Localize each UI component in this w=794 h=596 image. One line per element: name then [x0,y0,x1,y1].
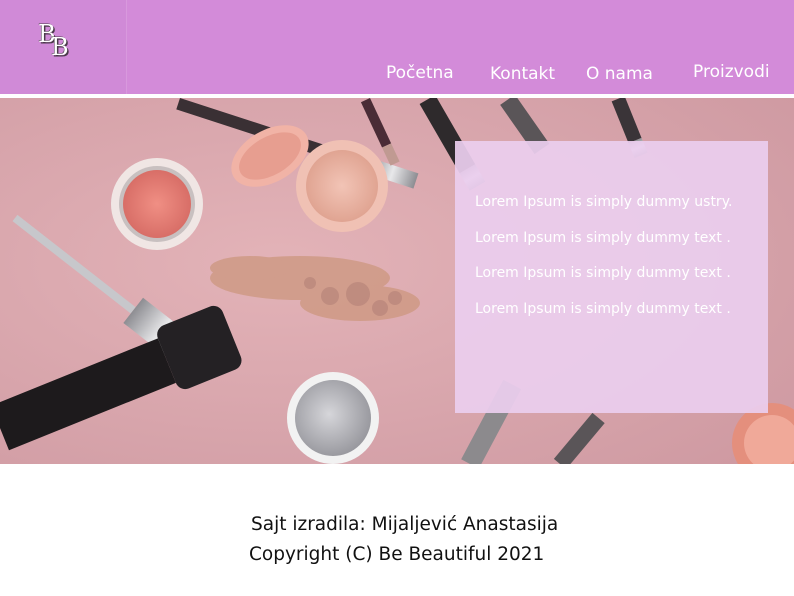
logo[interactable]: B B [36,20,80,66]
hero-text-panel: Lorem Ipsum is simply dummy ustry. Lorem… [455,141,768,413]
footer-copyright: Copyright (C) Be Beautiful 2021 [249,544,545,565]
nav-link-pocetna[interactable]: Početna [386,63,454,83]
panel-text-line: Lorem Ipsum is simply dummy text . [475,301,731,317]
nav-link-o-nama[interactable]: O nama [586,64,653,84]
nav-link-kontakt[interactable]: Kontakt [490,64,555,84]
logo-letter-second: B [51,33,69,61]
footer-author: Sajt izradila: Mijaljević Anastasija [251,514,559,535]
panel-text-line: Lorem Ipsum is simply dummy text . [475,230,731,246]
panel-text-line: Lorem Ipsum is simply dummy ustry. [475,194,733,210]
nav-link-proizvodi[interactable]: Proizvodi [693,62,770,82]
panel-text-line: Lorem Ipsum is simply dummy text . [475,265,731,281]
